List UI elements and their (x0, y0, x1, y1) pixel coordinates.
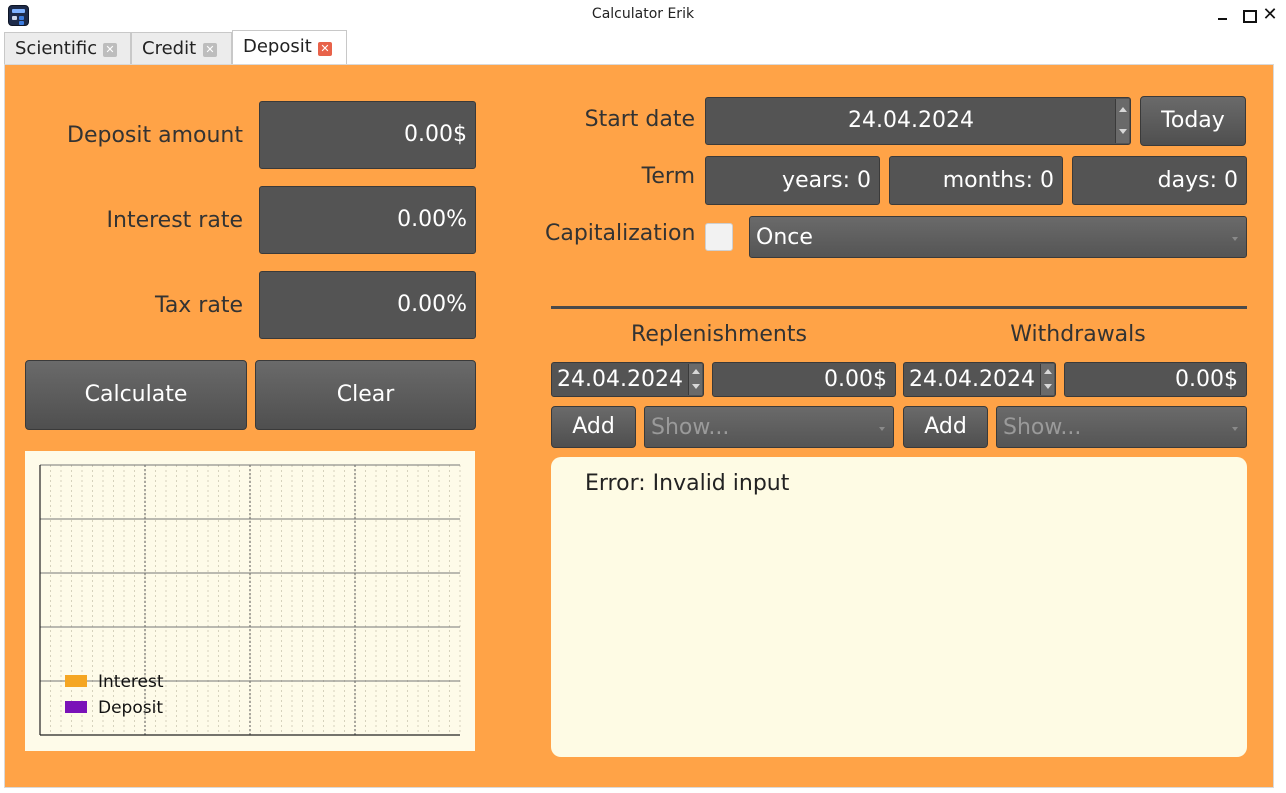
tab-close-icon[interactable]: ✕ (203, 43, 217, 57)
replenishment-amount-field[interactable]: 0.00$ (712, 362, 896, 397)
chevron-down-icon (879, 427, 885, 431)
maximize-icon[interactable] (1239, 6, 1257, 24)
start-date-spinner[interactable] (1115, 99, 1129, 143)
spin-down-icon[interactable] (692, 384, 700, 389)
withdrawal-amount-field[interactable]: 0.00$ (1064, 362, 1247, 397)
spin-down-icon[interactable] (1044, 384, 1052, 389)
term-label: Term (641, 164, 695, 189)
clear-button[interactable]: Clear (255, 360, 476, 430)
spin-up-icon[interactable] (1044, 369, 1052, 374)
tab-close-icon[interactable]: ✕ (103, 43, 117, 57)
deposit-legend-swatch (65, 701, 87, 713)
deposit-chart: Interest Deposit (25, 451, 475, 751)
term-months-field[interactable]: months: 0 (889, 156, 1063, 205)
replenishments-show-select[interactable]: Show... (644, 406, 894, 448)
minimize-icon[interactable] (1214, 6, 1232, 24)
deposit-amount-label: Deposit amount (67, 123, 243, 148)
withdrawal-date-value: 24.04.2024 (909, 367, 1035, 392)
interest-legend-label: Interest (98, 672, 164, 692)
interest-legend-swatch (65, 675, 87, 687)
tab-label: Scientific (15, 38, 98, 59)
tab-credit[interactable]: Credit ✕ (131, 32, 232, 64)
withdrawals-show-placeholder: Show... (1003, 415, 1082, 440)
tax-rate-field[interactable]: 0.00% (259, 271, 476, 339)
calculate-button[interactable]: Calculate (25, 360, 247, 430)
error-message: Error: Invalid input (585, 471, 790, 496)
add-replenishment-button[interactable]: Add (551, 406, 636, 448)
chevron-down-icon (1232, 237, 1238, 241)
deposit-amount-field[interactable]: 0.00$ (259, 101, 476, 169)
tab-label: Credit (142, 38, 197, 59)
interest-rate-field[interactable]: 0.00% (259, 186, 476, 254)
replenishments-show-placeholder: Show... (651, 415, 730, 440)
window-title: Calculator Erik (591, 6, 695, 22)
tab-deposit[interactable]: Deposit ✕ (232, 30, 347, 64)
spin-down-icon[interactable] (1119, 129, 1127, 134)
replenishment-date-value: 24.04.2024 (557, 367, 683, 392)
title-bar: Calculator Erik ✕ (0, 0, 1286, 30)
withdrawal-date-spinner[interactable] (1040, 364, 1054, 395)
result-output-area: Error: Invalid input (551, 457, 1247, 757)
start-date-field[interactable]: 24.04.2024 (705, 97, 1131, 145)
deposit-legend-label: Deposit (98, 698, 163, 718)
capitalization-period-value: Once (756, 225, 813, 250)
withdrawals-header: Withdrawals (1010, 322, 1146, 347)
close-icon[interactable]: ✕ (1261, 6, 1279, 24)
replenishment-date-spinner[interactable] (688, 364, 702, 395)
replenishments-header: Replenishments (631, 322, 807, 347)
spin-up-icon[interactable] (1119, 107, 1127, 112)
capitalization-checkbox[interactable] (705, 223, 733, 251)
interest-rate-label: Interest rate (106, 208, 243, 233)
term-days-field[interactable]: days: 0 (1072, 156, 1247, 205)
capitalization-period-select[interactable]: Once (749, 216, 1247, 258)
spin-up-icon[interactable] (692, 369, 700, 374)
start-date-value: 24.04.2024 (848, 108, 974, 133)
tab-bar: Scientific ✕ Credit ✕ Deposit ✕ (0, 30, 1286, 64)
withdrawal-date-field[interactable]: 24.04.2024 (903, 362, 1056, 397)
today-button[interactable]: Today (1140, 96, 1246, 146)
tab-close-icon[interactable]: ✕ (318, 42, 332, 56)
section-divider (551, 306, 1247, 309)
tab-scientific[interactable]: Scientific ✕ (4, 32, 131, 64)
deposit-panel: Deposit amount 0.00$ Interest rate 0.00%… (4, 64, 1274, 788)
chart-canvas (39, 464, 461, 736)
chevron-down-icon (1232, 427, 1238, 431)
add-withdrawal-button[interactable]: Add (903, 406, 988, 448)
tax-rate-label: Tax rate (155, 293, 243, 318)
capitalization-label: Capitalization (545, 221, 696, 246)
start-date-label: Start date (584, 107, 695, 132)
tab-label: Deposit (243, 36, 312, 57)
withdrawals-show-select[interactable]: Show... (996, 406, 1247, 448)
replenishment-date-field[interactable]: 24.04.2024 (551, 362, 704, 397)
term-years-field[interactable]: years: 0 (705, 156, 880, 205)
